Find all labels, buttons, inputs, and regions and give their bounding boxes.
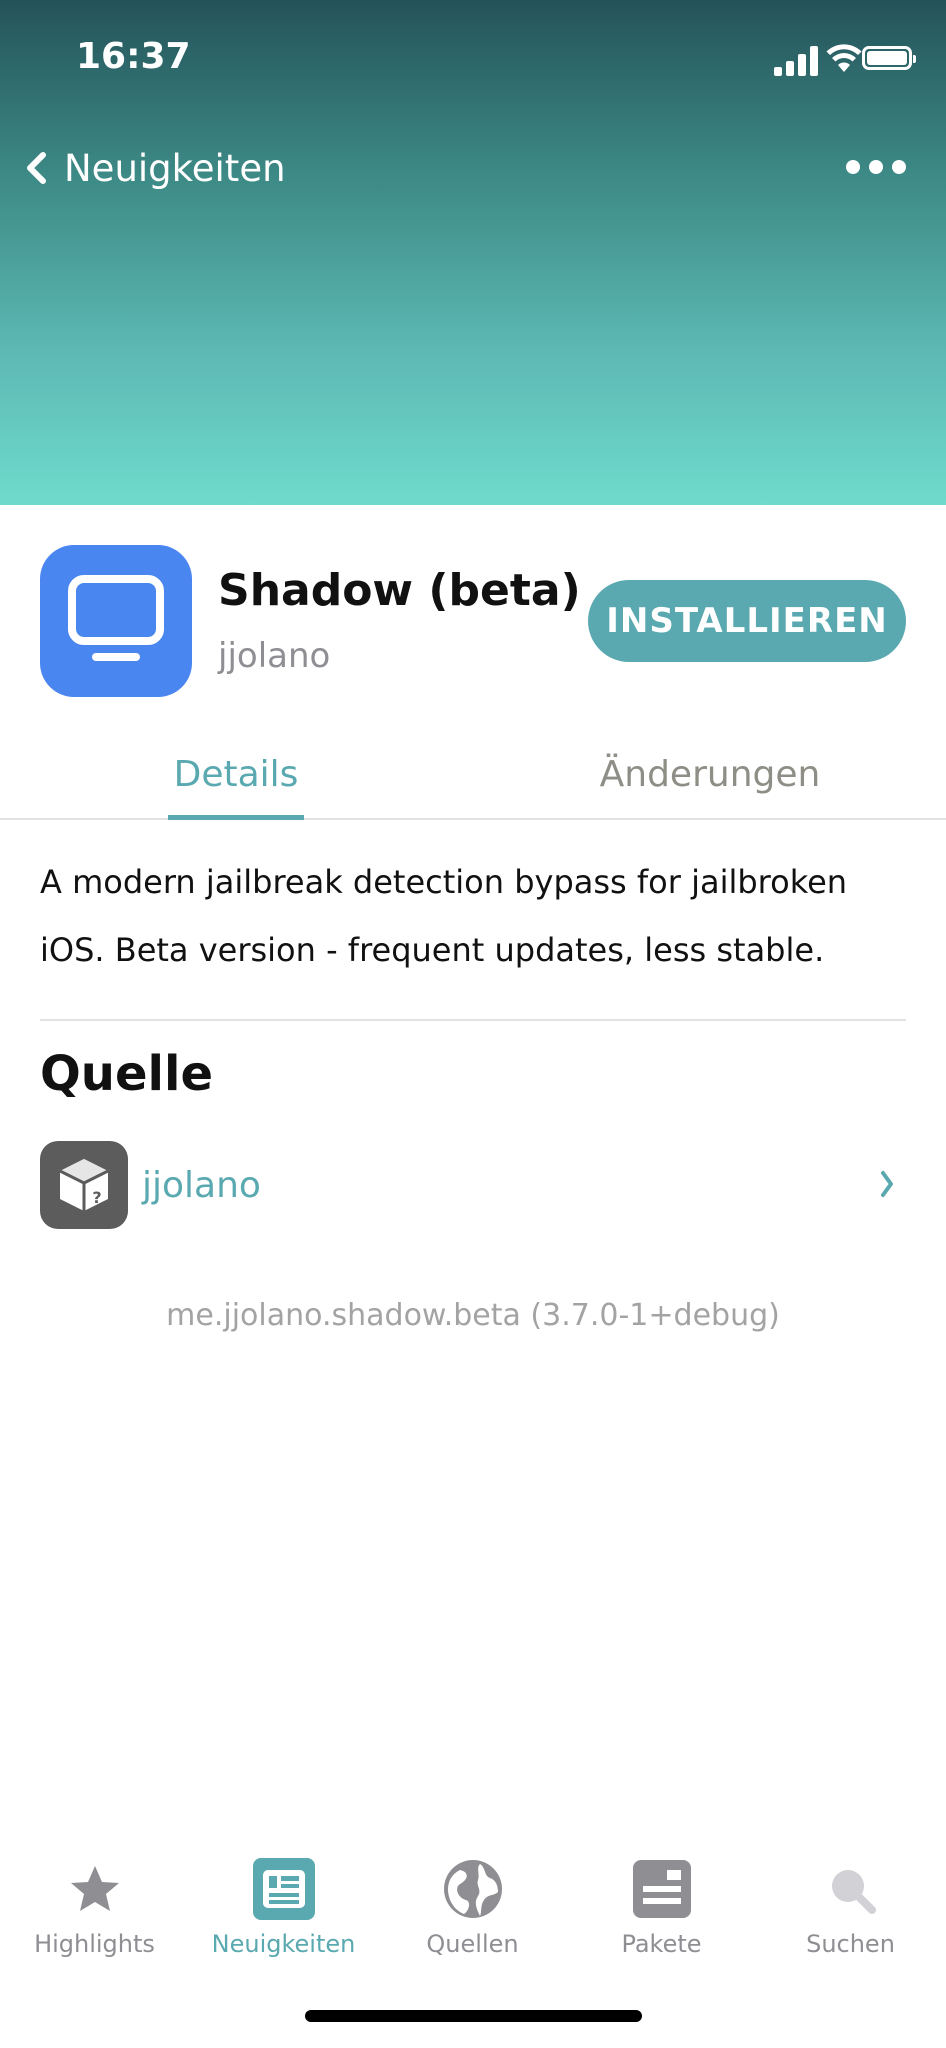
tabbar-item-highlights[interactable]: Highlights [0, 1840, 189, 1980]
tabbar-item-neuigkeiten[interactable]: Neuigkeiten [189, 1840, 378, 1980]
install-button[interactable]: INSTALLIEREN [588, 580, 906, 662]
tabbar-item-quellen[interactable]: Quellen [378, 1840, 567, 1980]
package-icon-tile [40, 545, 192, 697]
package-icon [632, 1860, 691, 1918]
more-dot-icon [892, 160, 906, 174]
tabbar-item-pakete[interactable]: Pakete [567, 1840, 756, 1980]
back-button[interactable]: Neuigkeiten [24, 140, 286, 196]
star-icon [70, 1866, 119, 1911]
header-banner: 16:37 Neuigkeiten [0, 0, 946, 505]
package-name: Shadow (beta) [218, 565, 581, 616]
chevron-left-icon [27, 152, 46, 184]
tabbar-label: Quellen [426, 1930, 519, 1958]
tab-bar: Highlights Neuigkeiten Quellen Pakete Su… [0, 1840, 946, 1980]
tabbar-label: Pakete [621, 1930, 702, 1958]
search-icon [831, 1870, 876, 1914]
chevron-right-icon [881, 1171, 893, 1197]
wifi-icon [826, 44, 862, 72]
detail-tabs: Details Änderungen [0, 730, 946, 820]
globe-icon [443, 1860, 502, 1918]
monitor-icon [68, 575, 164, 661]
source-row[interactable]: ? jjolano [40, 1140, 906, 1230]
cellular-signal-icon [774, 46, 818, 76]
svg-text:?: ? [92, 1188, 101, 1207]
tabbar-item-suchen[interactable]: Suchen [756, 1840, 945, 1980]
package-author: jjolano [218, 636, 331, 676]
package-description: A modern jailbreak detection bypass for … [40, 863, 848, 969]
source-name: jjolano [142, 1164, 261, 1206]
more-options-button[interactable] [846, 150, 906, 184]
tabbar-label: Neuigkeiten [211, 1930, 356, 1958]
source-section-title: Quelle [40, 1046, 213, 1102]
newspaper-icon [252, 1858, 315, 1920]
tab-details[interactable]: Details [168, 730, 304, 820]
battery-icon [862, 46, 916, 70]
package-box-icon: ? [40, 1141, 128, 1229]
package-identifier: me.jjolano.shadow.beta (3.7.0-1+debug) [166, 1298, 780, 1333]
section-divider [40, 1019, 906, 1021]
status-time: 16:37 [76, 36, 191, 77]
tab-changes[interactable]: Änderungen [560, 730, 860, 818]
back-label: Neuigkeiten [64, 146, 286, 190]
more-dot-icon [846, 160, 860, 174]
tabbar-label: Highlights [34, 1930, 155, 1958]
tabbar-label: Suchen [806, 1930, 895, 1958]
home-indicator [305, 2010, 642, 2022]
more-dot-icon [869, 160, 883, 174]
